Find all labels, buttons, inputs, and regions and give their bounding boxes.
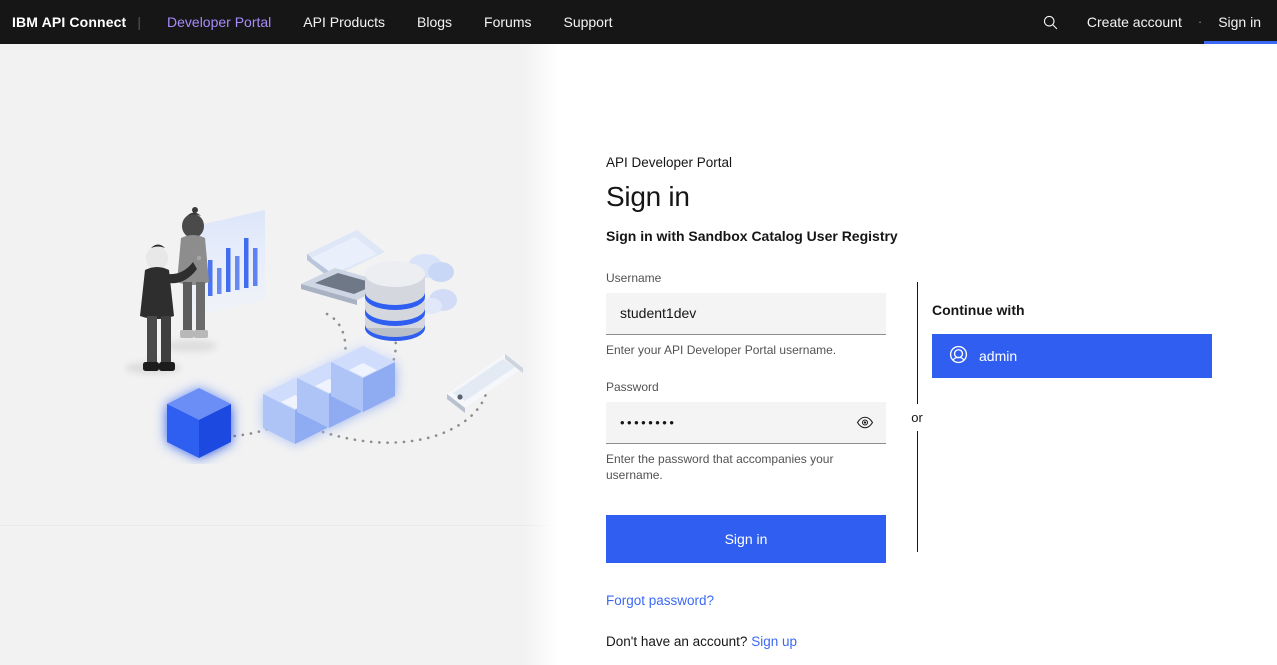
header-dot-separator: · bbox=[1196, 0, 1204, 44]
signin-panel: API Developer Portal Sign in Sign in wit… bbox=[558, 44, 1277, 665]
nav-item-api-products[interactable]: API Products bbox=[287, 0, 401, 44]
nav-item-blogs[interactable]: Blogs bbox=[401, 0, 468, 44]
password-input-wrapper[interactable]: •••••••• bbox=[606, 402, 886, 444]
signup-prompt: Don't have an account? Sign up bbox=[606, 634, 886, 649]
nav-item-developer-portal[interactable]: Developer Portal bbox=[151, 0, 287, 44]
brand-title: IBM API Connect bbox=[12, 14, 126, 30]
password-field-group: Password •••••••• Enter the password tha… bbox=[606, 380, 886, 483]
portal-eyebrow: API Developer Portal bbox=[606, 154, 886, 172]
registry-heading: Sign in with Sandbox Catalog User Regist… bbox=[606, 227, 886, 245]
page-title: Sign in bbox=[606, 180, 886, 214]
header-actions: Create account · Sign in bbox=[1029, 0, 1277, 44]
panel-hairline bbox=[0, 525, 558, 526]
or-divider-line-bottom bbox=[917, 431, 918, 553]
search-icon[interactable] bbox=[1029, 0, 1073, 44]
field-spacer bbox=[606, 358, 886, 380]
username-input[interactable] bbox=[606, 293, 886, 334]
circle-ring-icon bbox=[949, 345, 968, 367]
or-divider: or bbox=[907, 282, 927, 552]
or-divider-label: or bbox=[911, 404, 923, 431]
sign-in-submit-button[interactable]: Sign in bbox=[606, 515, 886, 563]
forgot-password-link[interactable]: Forgot password? bbox=[606, 593, 714, 608]
or-divider-line-top bbox=[917, 282, 918, 404]
username-helper-text: Enter your API Developer Portal username… bbox=[606, 342, 876, 358]
signup-prompt-text: Don't have an account? bbox=[606, 634, 747, 649]
primary-nav: Developer Portal API Products Blogs Foru… bbox=[151, 0, 629, 44]
illustration-api-cubes bbox=[263, 346, 395, 444]
password-input[interactable]: •••••••• bbox=[606, 415, 676, 430]
username-label: Username bbox=[606, 271, 886, 287]
create-account-link[interactable]: Create account bbox=[1073, 0, 1196, 44]
nav-item-forums[interactable]: Forums bbox=[468, 0, 547, 44]
password-helper-text: Enter the password that accompanies your… bbox=[606, 451, 876, 483]
nav-item-support[interactable]: Support bbox=[547, 0, 628, 44]
sign-in-link[interactable]: Sign in bbox=[1204, 0, 1277, 44]
eye-icon[interactable] bbox=[850, 407, 880, 437]
sign-up-link[interactable]: Sign up bbox=[751, 634, 797, 649]
brand-separator: | bbox=[137, 14, 141, 30]
username-field-group: Username Enter your API Developer Portal… bbox=[606, 271, 886, 358]
password-label: Password bbox=[606, 380, 886, 396]
site-header: IBM API Connect | Developer Portal API P… bbox=[0, 0, 1277, 44]
api-connect-isometric-illustration bbox=[95, 204, 535, 464]
provider-button-admin[interactable]: admin bbox=[932, 334, 1212, 378]
illustration-smartphone bbox=[447, 354, 523, 413]
illustration-panel bbox=[0, 44, 558, 665]
signin-form: API Developer Portal Sign in Sign in wit… bbox=[606, 154, 886, 649]
continue-with-section: Continue with admin bbox=[932, 302, 1212, 378]
provider-label-admin: admin bbox=[979, 348, 1017, 364]
continue-with-title: Continue with bbox=[932, 302, 1212, 318]
illustration-database bbox=[365, 261, 425, 341]
username-input-wrapper[interactable] bbox=[606, 293, 886, 335]
illustration-blue-cube bbox=[167, 388, 231, 458]
